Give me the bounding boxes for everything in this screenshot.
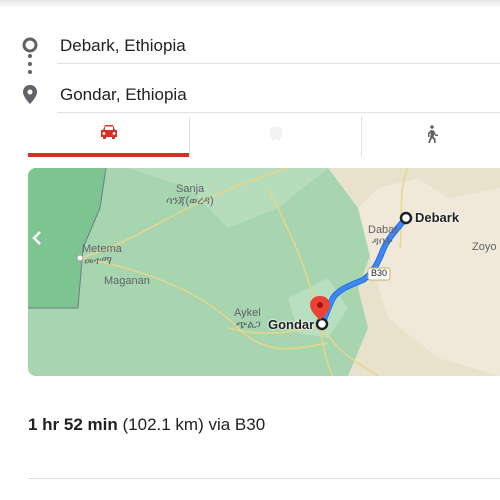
place-aykel: Aykel — [234, 307, 261, 319]
place-aykel-amharic: ጭልጋ — [236, 319, 261, 331]
car-icon — [99, 124, 119, 145]
road-shield-b30: B30 — [371, 268, 388, 278]
tab-walking[interactable] — [362, 115, 500, 157]
destination-underline — [57, 112, 500, 113]
top-shadow — [0, 0, 500, 8]
place-metema-amharic: መተማ — [84, 255, 112, 267]
route-distance: (102.1 km) via B30 — [122, 415, 266, 434]
place-sanja: Sanja — [176, 183, 205, 195]
map-canvas — [28, 168, 500, 376]
route-summary[interactable]: 1 hr 52 min (102.1 km) via B30 — [28, 415, 265, 435]
origin-field[interactable]: Debark, Ethiopia — [0, 24, 500, 64]
endpoint-destination-label: Gondar — [268, 317, 315, 332]
destination-pin-icon — [21, 85, 39, 104]
origin-circle-icon — [21, 36, 39, 54]
route-duration: 1 hr 52 min — [28, 415, 118, 434]
place-sanja-amharic: ሳንጃ(ወረዳ) — [166, 195, 214, 207]
place-dabat: Dabat — [368, 224, 398, 236]
transit-icon — [268, 126, 284, 147]
tab-transit[interactable] — [190, 115, 361, 157]
walking-icon — [424, 124, 438, 148]
place-dabat-amharic: ዳባት — [372, 236, 393, 248]
endpoint-origin-label: Debark — [415, 210, 460, 225]
place-metema: Metema — [82, 243, 122, 255]
route-map[interactable]: Sanja ሳንጃ(ወረዳ) Metema መተማ Maganan Aykel … — [28, 168, 500, 376]
tab-driving[interactable] — [28, 115, 189, 157]
destination-input[interactable]: Gondar, Ethiopia — [60, 85, 187, 105]
origin-underline — [57, 63, 500, 64]
travel-mode-tabs — [28, 115, 500, 157]
destination-field[interactable]: Gondar, Ethiopia — [0, 73, 500, 113]
origin-input[interactable]: Debark, Ethiopia — [60, 36, 186, 56]
place-maganan: Maganan — [104, 275, 150, 287]
place-zoyo: Zoyo — [472, 241, 497, 253]
bottom-divider — [28, 478, 500, 479]
